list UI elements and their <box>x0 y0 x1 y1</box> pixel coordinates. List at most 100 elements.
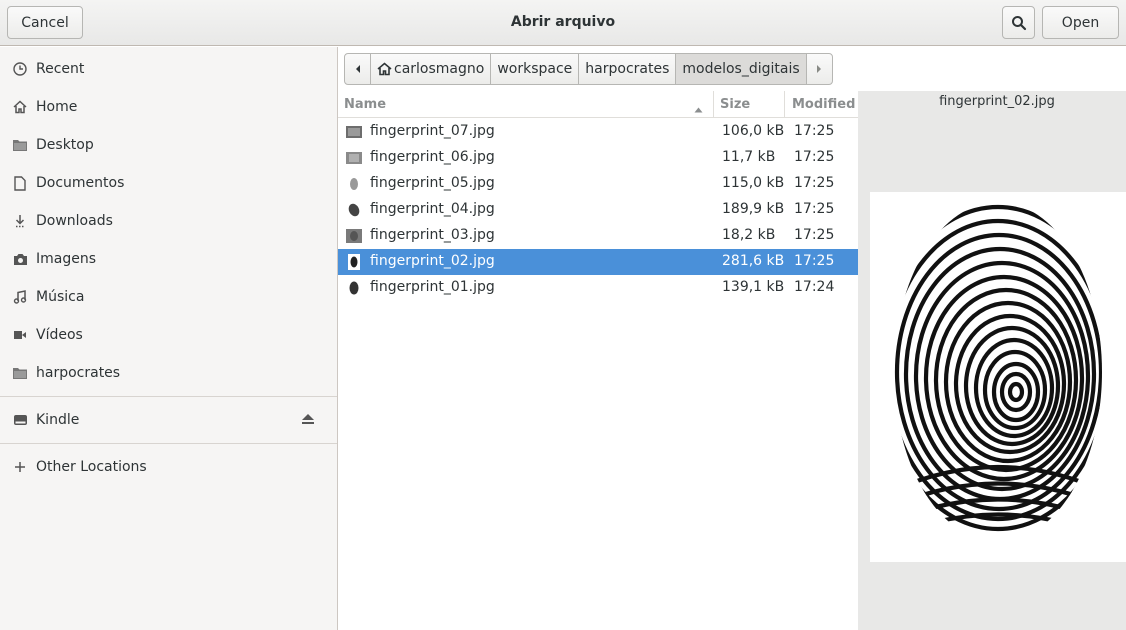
path-bar: carlosmagno workspace harpocrates modelo… <box>344 53 833 85</box>
file-size: 106,0 kB <box>722 123 785 139</box>
sidebar-item-label: Other Locations <box>36 459 147 475</box>
sidebar-item-recent[interactable]: Recent <box>0 50 337 88</box>
file-modified: 17:25 <box>794 253 835 269</box>
file-size: 281,6 kB <box>722 253 785 269</box>
image-thumbnail <box>346 254 362 270</box>
path-back-button[interactable] <box>344 53 371 85</box>
file-modified: 17:25 <box>794 123 835 139</box>
sidebar-item-label: Recent <box>36 61 85 77</box>
preview-pane: fingerprint_02.jpg <box>858 91 1126 630</box>
chevron-right-icon <box>817 65 822 73</box>
file-name: fingerprint_04.jpg <box>370 201 495 217</box>
clock-icon <box>12 61 28 77</box>
path-crumb-modelos-digitais[interactable]: modelos_digitais <box>675 53 807 85</box>
search-icon <box>1011 15 1026 30</box>
sidebar-item-label: Kindle <box>36 412 80 428</box>
sidebar-item-label: Música <box>36 289 85 305</box>
eject-icon[interactable] <box>301 413 315 429</box>
file-list: Name Size Modified fingerprint_07.jpg 10… <box>338 91 858 630</box>
file-name: fingerprint_02.jpg <box>370 253 495 269</box>
cancel-button[interactable]: Cancel <box>7 6 83 39</box>
home-icon <box>12 99 28 115</box>
file-row[interactable]: fingerprint_07.jpg 106,0 kB 17:25 <box>338 119 858 145</box>
header-bar: Cancel Abrir arquivo Open <box>0 0 1126 46</box>
file-size: 18,2 kB <box>722 227 776 243</box>
file-name: fingerprint_07.jpg <box>370 123 495 139</box>
chevron-left-icon <box>355 65 360 73</box>
sidebar-item-label: harpocrates <box>36 365 121 381</box>
preview-filename: fingerprint_02.jpg <box>939 94 1055 109</box>
file-size: 11,7 kB <box>722 149 776 165</box>
sidebar-item-label: Imagens <box>36 251 97 267</box>
fingerprint-preview-image <box>870 192 1126 562</box>
file-name: fingerprint_01.jpg <box>370 279 495 295</box>
home-icon <box>377 62 392 76</box>
path-crumb-label: harpocrates <box>585 61 670 77</box>
file-row[interactable]: fingerprint_04.jpg 189,9 kB 17:25 <box>338 197 858 223</box>
folder-icon <box>12 365 28 381</box>
file-modified: 17:25 <box>794 149 835 165</box>
path-forward-button[interactable] <box>805 53 833 85</box>
file-size: 115,0 kB <box>722 175 785 191</box>
file-modified: 17:25 <box>794 201 835 217</box>
image-thumbnail <box>346 124 362 140</box>
sidebar-item-videos[interactable]: Vídeos <box>0 316 337 354</box>
document-icon <box>12 175 28 191</box>
sidebar-item-label: Documentos <box>36 175 125 191</box>
file-size: 139,1 kB <box>722 279 785 295</box>
column-header-size[interactable]: Size <box>720 97 750 112</box>
file-name: fingerprint_06.jpg <box>370 149 495 165</box>
file-row[interactable]: fingerprint_05.jpg 115,0 kB 17:25 <box>338 171 858 197</box>
image-thumbnail <box>346 228 362 244</box>
sidebar-item-documentos[interactable]: Documentos <box>0 164 337 202</box>
path-crumb-workspace[interactable]: workspace <box>490 53 580 85</box>
image-thumbnail <box>346 202 362 218</box>
column-separator[interactable] <box>784 91 785 118</box>
search-button[interactable] <box>1002 6 1035 39</box>
path-crumb-label: carlosmagno <box>394 61 485 77</box>
column-separator[interactable] <box>713 91 714 118</box>
file-list-header: Name Size Modified <box>338 91 858 118</box>
image-thumbnail <box>346 280 362 296</box>
video-icon <box>12 327 28 343</box>
image-thumbnail <box>346 150 362 166</box>
drive-icon <box>12 412 28 428</box>
sidebar-item-home[interactable]: Home <box>0 88 337 126</box>
open-button[interactable]: Open <box>1042 6 1119 39</box>
path-crumb-home[interactable]: carlosmagno <box>370 53 492 85</box>
sidebar-item-label: Downloads <box>36 213 113 229</box>
path-crumb-harpocrates[interactable]: harpocrates <box>578 53 677 85</box>
sidebar-item-downloads[interactable]: Downloads <box>0 202 337 240</box>
sidebar-separator <box>0 443 337 444</box>
file-modified: 17:24 <box>794 279 835 295</box>
music-icon <box>12 289 28 305</box>
file-modified: 17:25 <box>794 175 835 191</box>
file-row[interactable]: fingerprint_03.jpg 18,2 kB 17:25 <box>338 223 858 249</box>
image-thumbnail <box>346 176 362 192</box>
plus-icon <box>12 459 28 475</box>
sidebar-item-other-locations[interactable]: Other Locations <box>0 448 337 486</box>
sidebar-item-label: Vídeos <box>36 327 83 343</box>
file-modified: 17:25 <box>794 227 835 243</box>
file-row[interactable]: fingerprint_06.jpg 11,7 kB 17:25 <box>338 145 858 171</box>
sidebar-item-desktop[interactable]: Desktop <box>0 126 337 164</box>
sidebar-item-label: Desktop <box>36 137 94 153</box>
file-row[interactable]: fingerprint_01.jpg 139,1 kB 17:24 <box>338 275 858 301</box>
dialog-title: Abrir arquivo <box>510 14 616 30</box>
path-crumb-label: modelos_digitais <box>682 61 800 77</box>
sidebar-item-harpocrates[interactable]: harpocrates <box>0 354 337 392</box>
sidebar-item-kindle[interactable]: Kindle <box>0 401 337 439</box>
download-icon <box>12 213 28 229</box>
file-size: 189,9 kB <box>722 201 785 217</box>
sidebar-separator <box>0 396 337 397</box>
column-header-modified[interactable]: Modified <box>792 97 855 112</box>
sidebar-item-musica[interactable]: Música <box>0 278 337 316</box>
file-name: fingerprint_05.jpg <box>370 175 495 191</box>
column-header-name[interactable]: Name <box>344 97 386 112</box>
camera-icon <box>12 251 28 267</box>
folder-icon <box>12 137 28 153</box>
file-name: fingerprint_03.jpg <box>370 227 495 243</box>
path-crumb-label: workspace <box>497 61 573 77</box>
file-row-selected[interactable]: fingerprint_02.jpg 281,6 kB 17:25 <box>338 249 858 275</box>
sidebar-item-imagens[interactable]: Imagens <box>0 240 337 278</box>
